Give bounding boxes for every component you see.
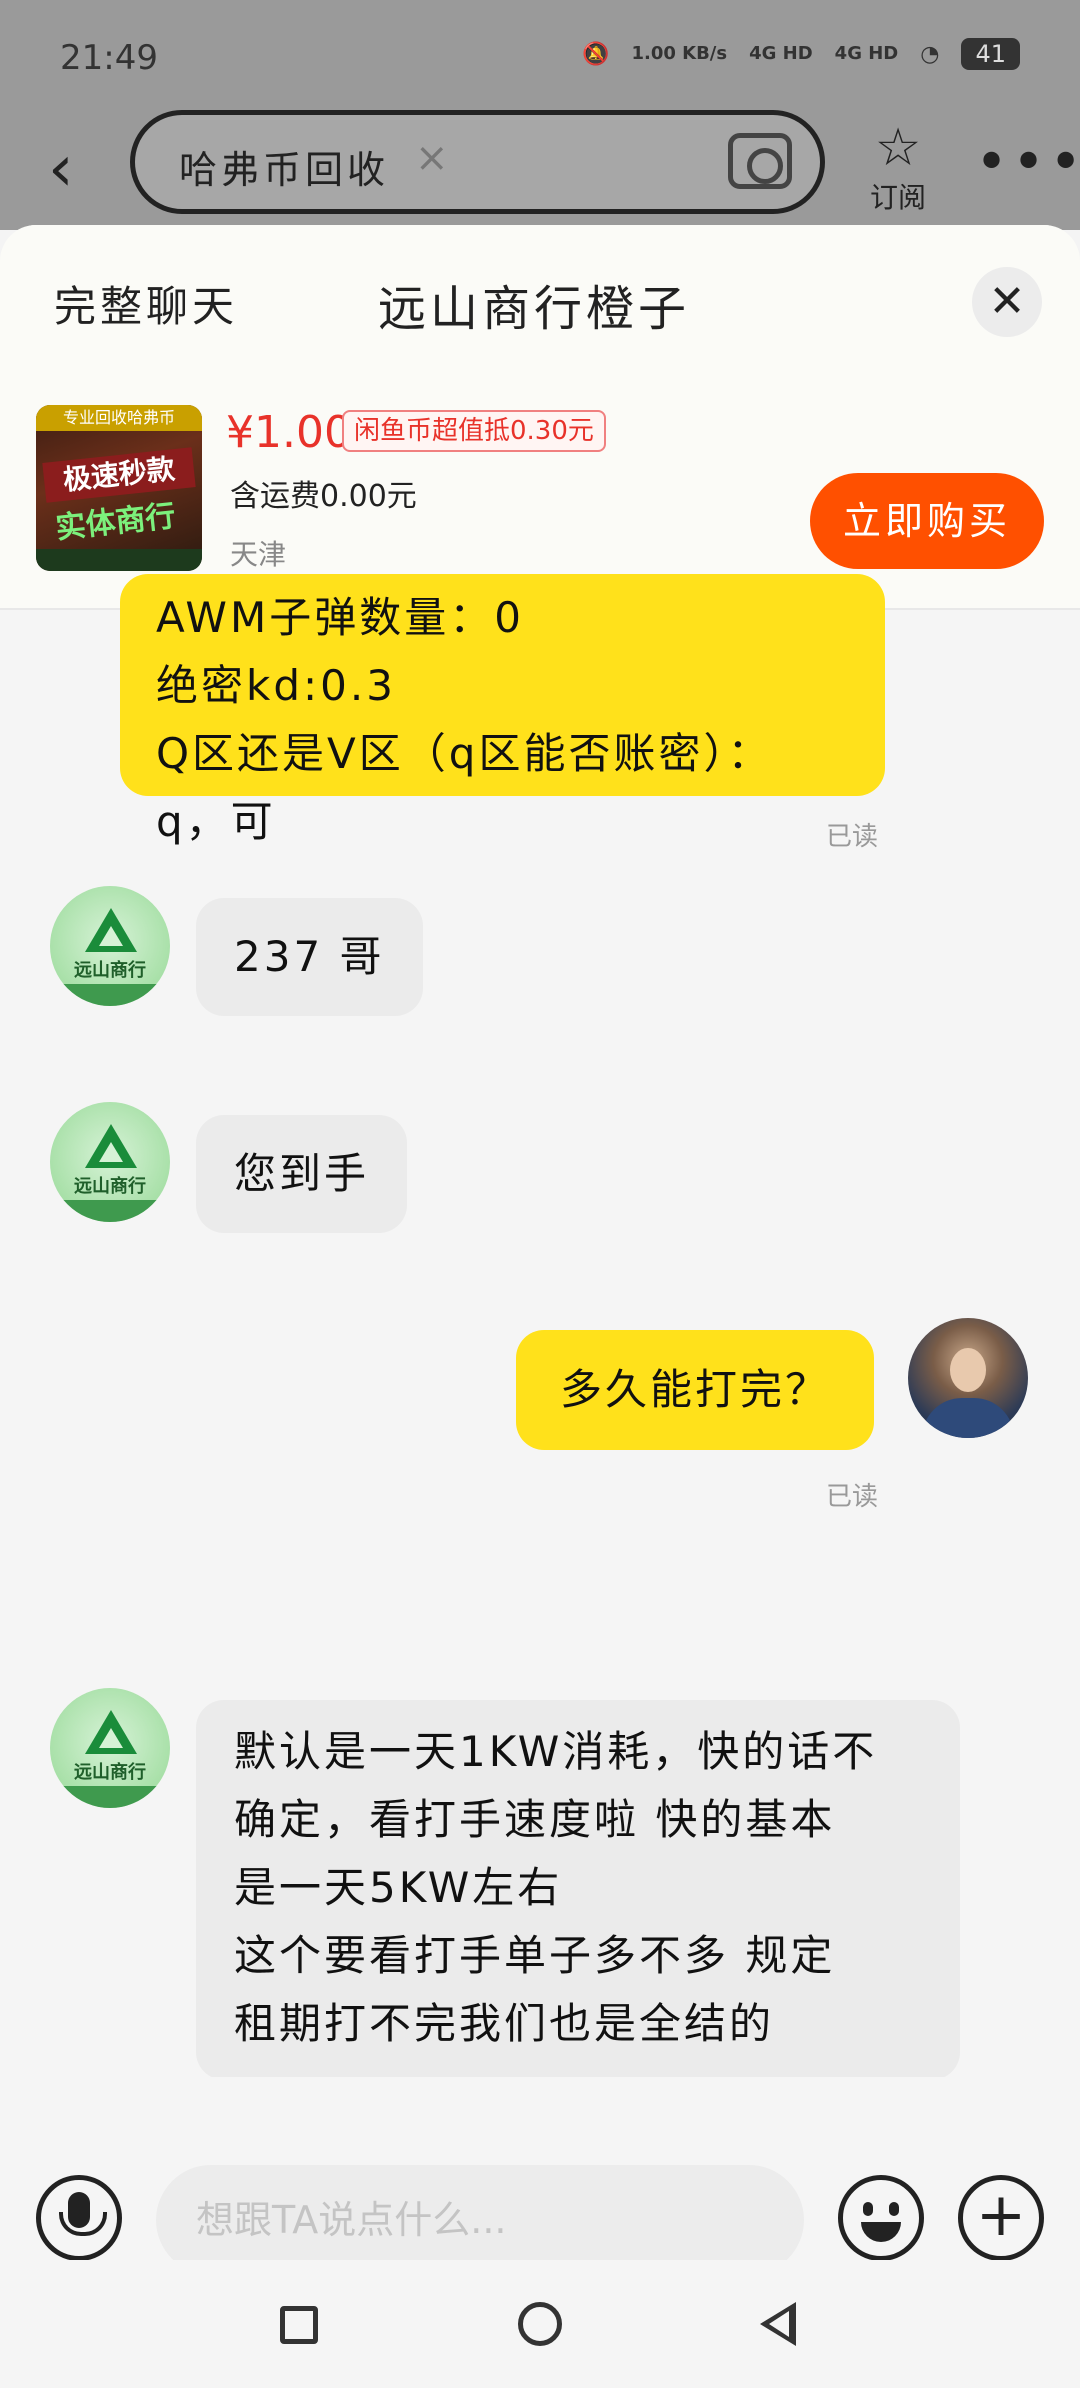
message-bubble-theirs[interactable]: 237 哥 [196,898,423,1016]
status-icons: 🔕 1.00 KB/s 4G HD 4G HD ◔ 41 [582,38,1020,70]
net-speed: 1.00 KB/s [631,43,728,64]
back-button[interactable]: ‹ [48,132,108,206]
search-query[interactable]: 哈弗币回收 [179,139,389,194]
mute-icon: 🔕 [582,41,610,67]
shipping-info: 含运费0.00元 [230,479,417,514]
system-nav-bar [0,2260,1080,2388]
status-time: 21:49 [60,38,158,78]
emoji-button[interactable] [838,2175,924,2261]
read-receipt: 已读 [826,1482,879,1512]
avatar-face [950,1348,986,1392]
message-line: q，可 [156,797,276,846]
message-text: 多久能打完？ [560,1365,831,1414]
message-line: 租期打不完我们也是全结的 [234,1999,775,2048]
add-button[interactable]: + [958,2175,1044,2261]
full-chat-link[interactable]: 完整聊天 [54,273,238,334]
message-line: 默认是一天1KW消耗，快的话不 [234,1727,878,1776]
logo-hill [50,1786,170,1808]
seller-avatar[interactable]: 远山商行 [50,1688,170,1808]
avatar-shop-name: 远山商行 [74,1762,146,1783]
chat-sheet: 完整聊天 远山商行橙子 ✕ 专业回收哈弗币 极速秒款 实体商行 ¥1.00 闲鱼… [0,225,1080,2388]
status-bar: 21:49 🔕 1.00 KB/s 4G HD 4G HD ◔ 41 [0,0,1080,110]
home-button[interactable] [518,2302,562,2346]
sheet-header: 完整聊天 远山商行橙子 ✕ 专业回收哈弗币 极速秒款 实体商行 ¥1.00 闲鱼… [0,225,1080,610]
clear-icon[interactable]: × [415,135,449,181]
message-bubble-mine[interactable]: 多久能打完？ [516,1330,875,1450]
camera-icon[interactable] [728,133,792,189]
back-nav-button[interactable] [760,2302,796,2346]
thumb-footer [36,549,202,571]
message-line: 确定，看打手速度啦 快的基本 [234,1795,836,1844]
seller-avatar[interactable]: 远山商行 [50,1102,170,1222]
read-receipt: 已读 [826,822,879,852]
subscribe-label: 订阅 [870,181,927,214]
user-avatar[interactable] [908,1318,1028,1438]
message-line: 这个要看打手单子多不多 规定 [234,1931,836,1980]
coupon-badge: 闲鱼币超值抵0.30元 [342,410,606,452]
message-line: AWM子弹数量：0 [156,593,524,642]
seller-avatar[interactable]: 远山商行 [50,886,170,1006]
message-bubble-theirs[interactable]: 您到手 [196,1115,408,1233]
product-thumbnail[interactable]: 专业回收哈弗币 极速秒款 实体商行 [36,405,202,571]
avatar-shop-name: 远山商行 [74,1176,146,1197]
message-line: Q区还是V区（q区能否账密）： [156,729,773,778]
wifi-icon: ◔ [920,41,940,67]
message-text: 237 哥 [234,932,385,981]
product-location: 天津 [230,538,287,571]
thumb-banner: 专业回收哈弗币 [36,405,202,431]
close-button[interactable]: ✕ [972,267,1042,337]
battery-indicator: 41 [961,38,1020,70]
message-line: 绝密kd:0.3 [156,661,396,710]
buy-now-button[interactable]: 立即购买 [810,473,1044,569]
recents-button[interactable] [280,2306,318,2344]
logo-icon [85,1710,137,1754]
microphone-button[interactable] [36,2175,122,2261]
subscribe-button[interactable]: ☆ 订阅 [870,120,926,216]
avatar-shop-name: 远山商行 [74,960,146,981]
message-bubble-theirs[interactable]: 默认是一天1KW消耗，快的话不 确定，看打手速度啦 快的基本 是一天5KW左右 … [196,1700,960,2080]
logo-icon [85,1124,137,1168]
signal-1-label: 4G HD [749,43,813,64]
signal-2-label: 4G HD [834,43,899,64]
avatar-coat [922,1398,1014,1438]
logo-hill [50,1200,170,1222]
more-icon[interactable]: ••• [975,130,1080,195]
product-price: ¥1.00 [226,407,352,458]
seller-name: 远山商行橙子 [378,281,691,337]
message-bubble-mine[interactable]: AWM子弹数量：0 绝密kd:0.3 Q区还是V区（q区能否账密）： q，可 [120,574,885,846]
star-icon: ☆ [874,118,922,178]
message-input[interactable] [156,2165,804,2275]
top-bar: ‹ 哈弗币回收 × ☆ 订阅 ••• [0,110,1080,230]
logo-icon [85,908,137,952]
message-line: 是一天5KW左右 [234,1863,563,1912]
search-box[interactable]: 哈弗币回收 × [130,110,825,214]
chat-list[interactable]: AWM子弹数量：0 绝密kd:0.3 Q区还是V区（q区能否账密）： q，可 已… [0,574,1080,2250]
message-text: 您到手 [234,1149,370,1198]
logo-hill [50,984,170,1006]
